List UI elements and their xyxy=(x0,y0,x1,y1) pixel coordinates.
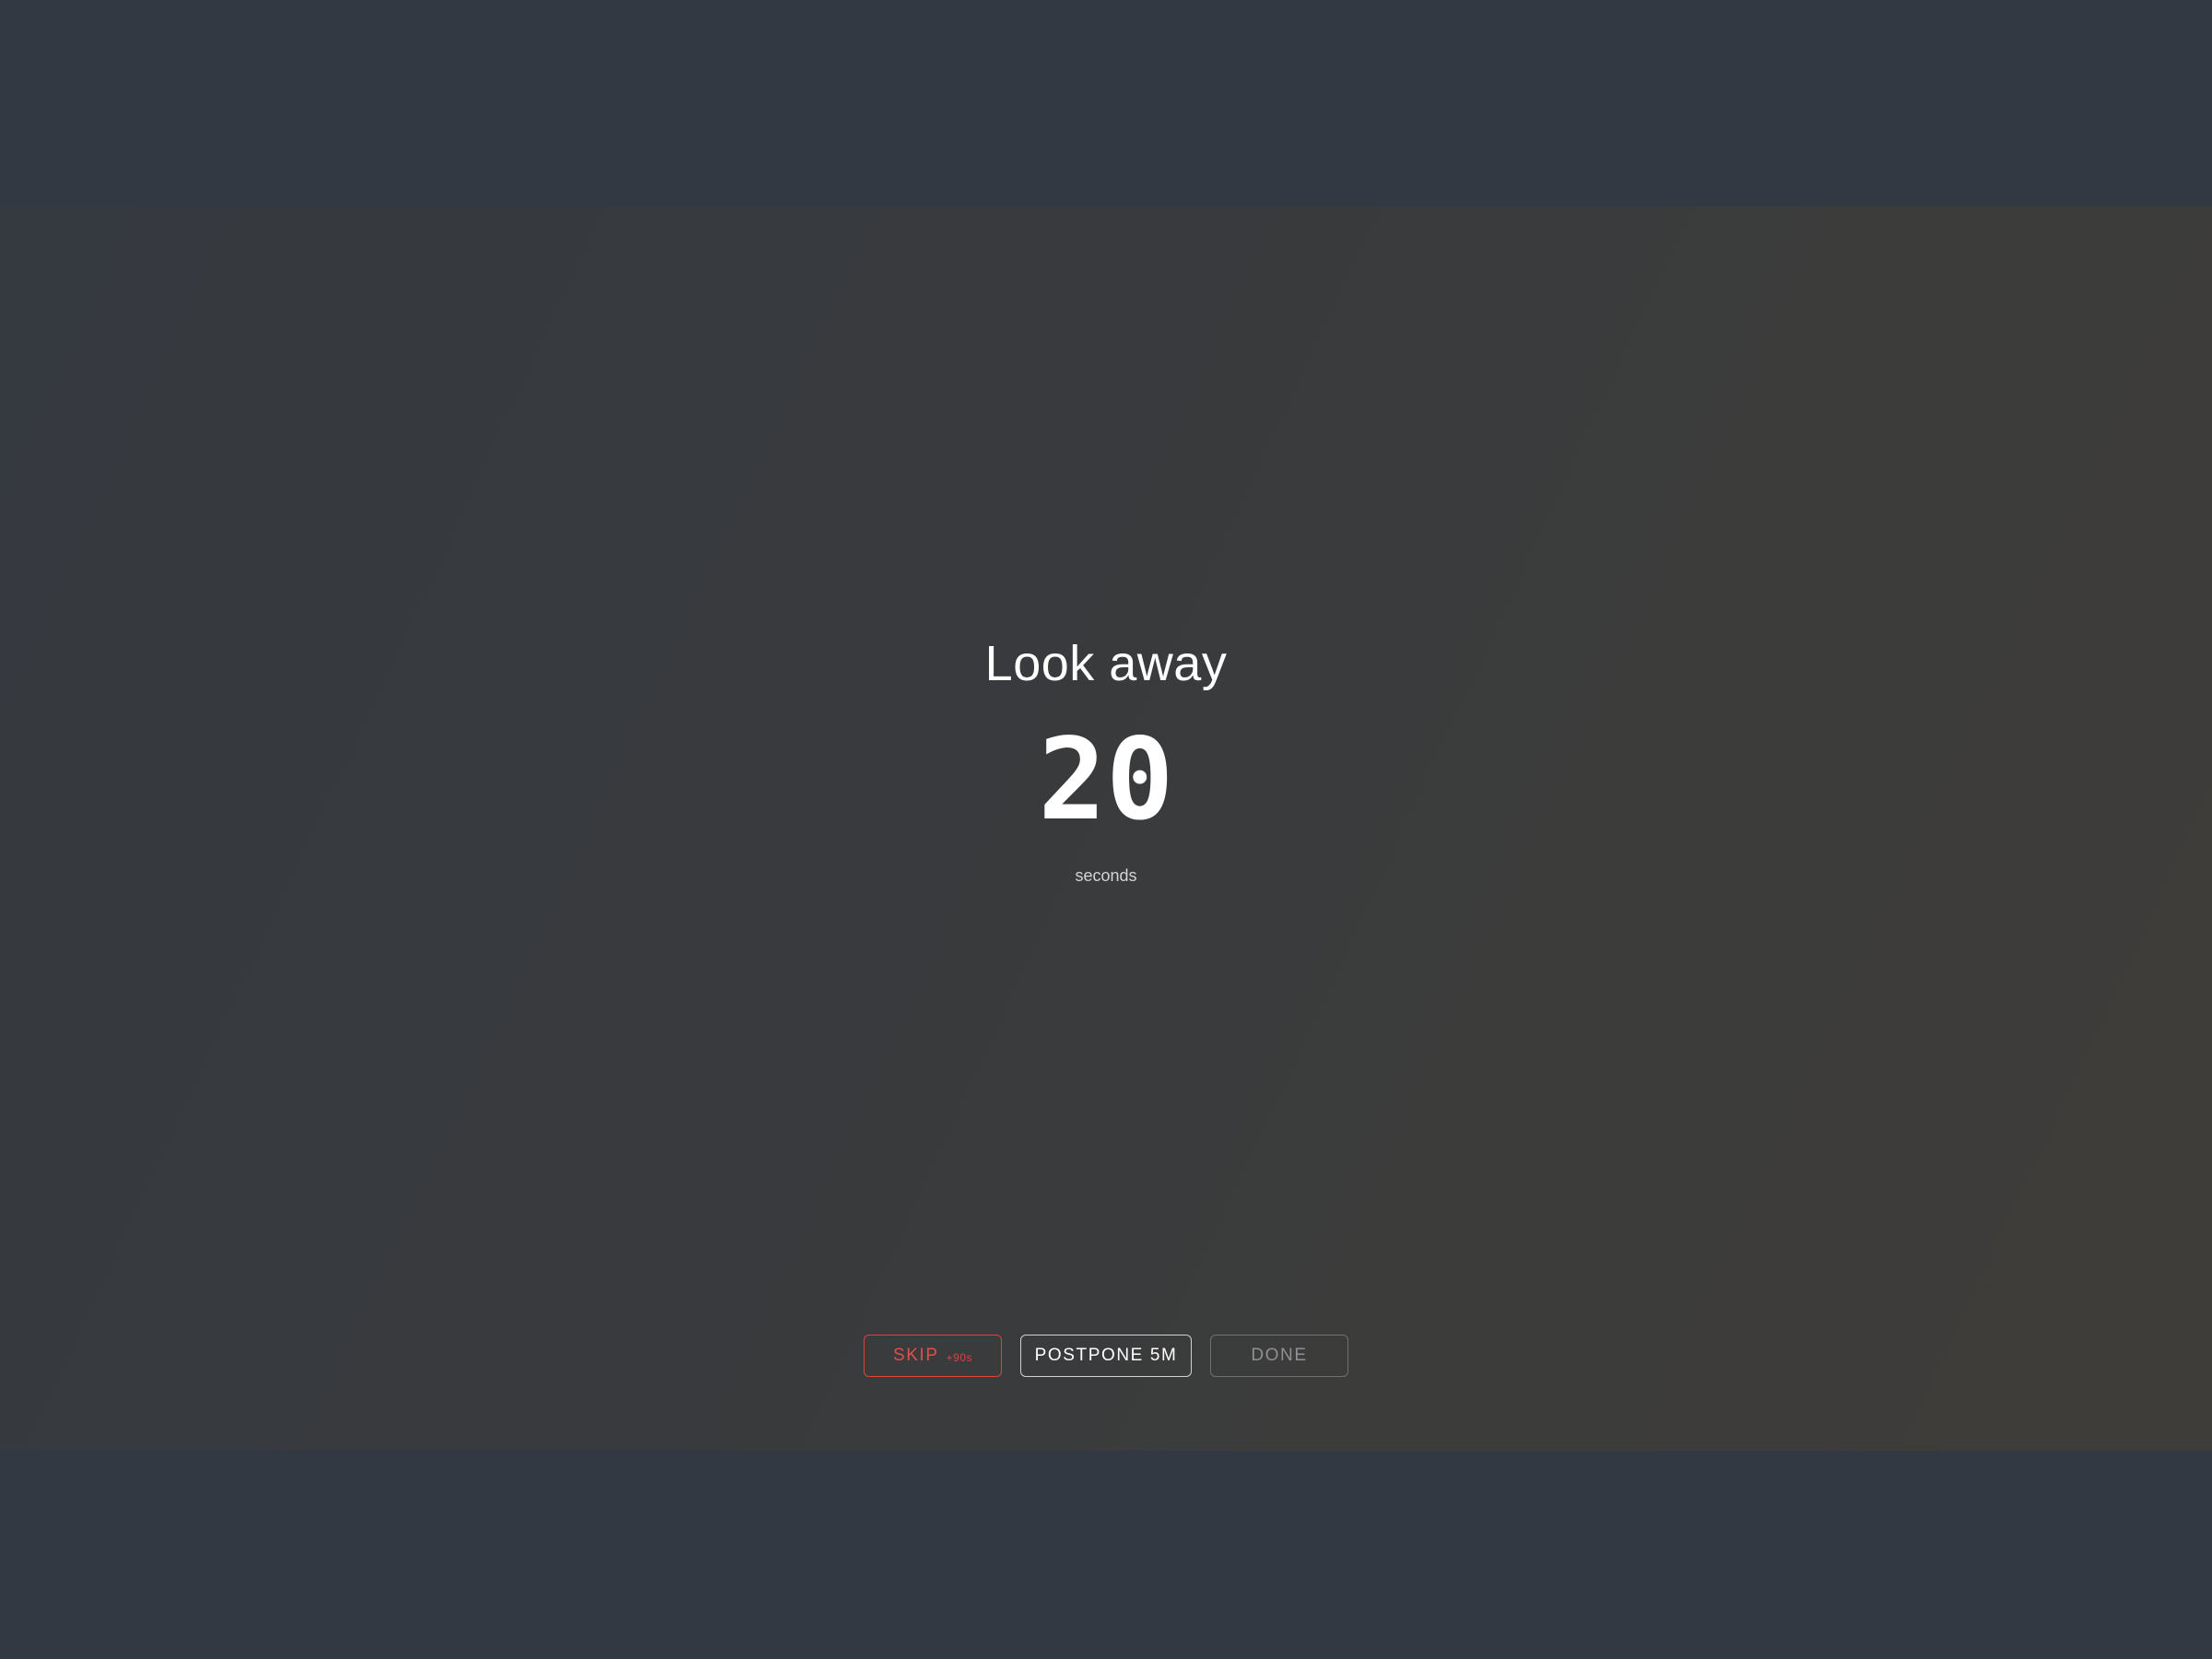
break-content: Look away 20 seconds xyxy=(0,639,2212,884)
postpone-button-label: POSTPONE 5M xyxy=(1034,1346,1178,1365)
done-button-label: DONE xyxy=(1251,1346,1308,1365)
skip-button[interactable]: SKIP +90s xyxy=(864,1335,1002,1377)
break-overlay: Look away 20 seconds SKIP +90s POSTPONE … xyxy=(0,206,2212,1451)
desktop-background: Look away 20 seconds SKIP +90s POSTPONE … xyxy=(0,0,2212,1659)
countdown-value: 20 xyxy=(1038,714,1174,845)
skip-penalty-label: +90s xyxy=(946,1351,973,1364)
break-title: Look away xyxy=(984,636,1228,691)
done-button[interactable]: DONE xyxy=(1210,1335,1348,1377)
break-actions: SKIP +90s POSTPONE 5M DONE xyxy=(0,1335,2212,1377)
skip-button-label: SKIP xyxy=(892,1346,939,1365)
postpone-button[interactable]: POSTPONE 5M xyxy=(1020,1335,1192,1377)
countdown-unit: seconds xyxy=(1075,866,1137,885)
